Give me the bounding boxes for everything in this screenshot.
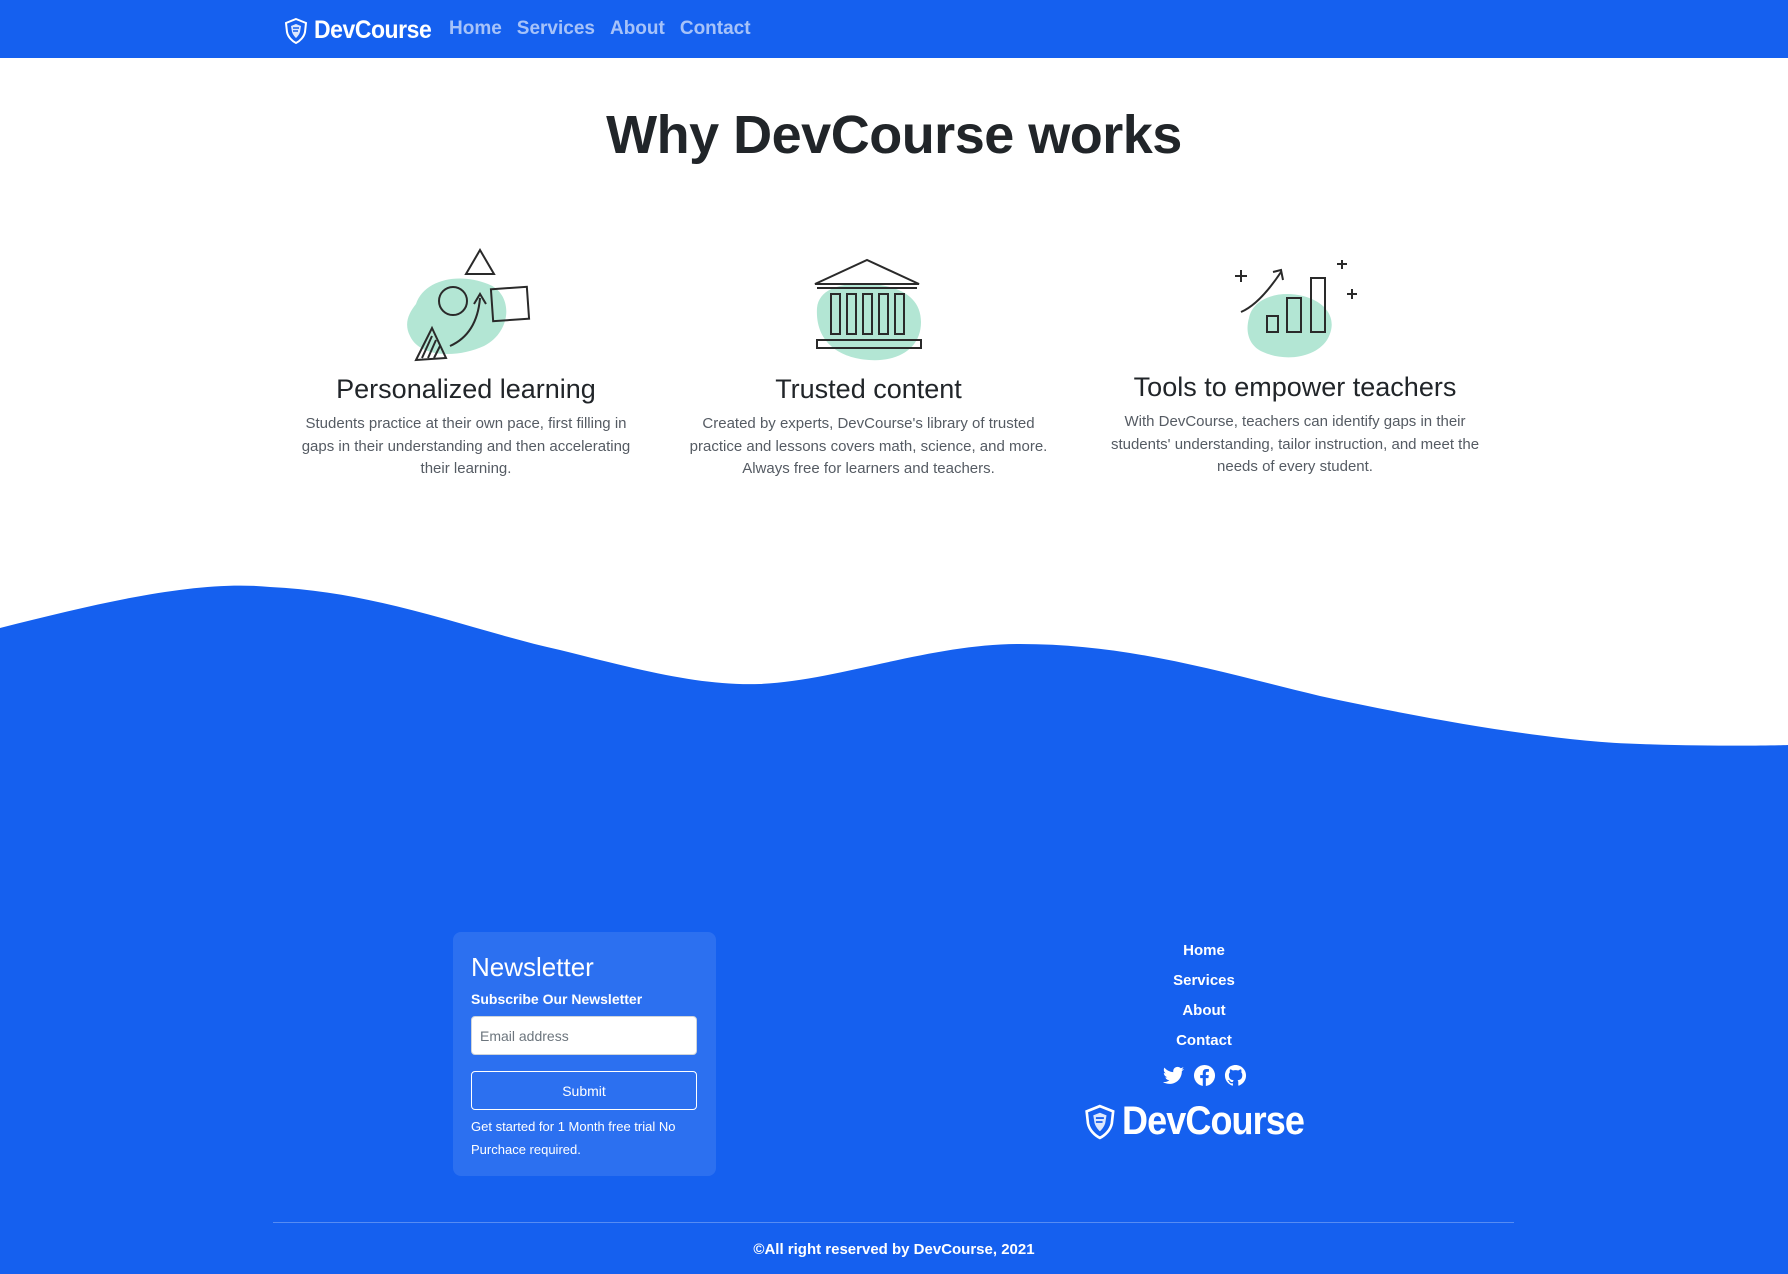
copyright-text: ©All right reserved by DevCourse, 2021	[753, 1241, 1035, 1258]
footer-brand[interactable]: DevCourse	[1084, 1099, 1324, 1144]
newsletter-subtitle: Subscribe Our Newsletter	[471, 991, 643, 1007]
newsletter-card: Newsletter Subscribe Our Newsletter Subm…	[453, 932, 716, 1176]
shield-logo-icon	[1085, 1104, 1115, 1139]
feature-title: Personalized learning	[336, 374, 596, 404]
footer-brand-name: DevCourse	[1121, 1099, 1305, 1143]
footer-wave-background	[0, 585, 1788, 1274]
email-input[interactable]	[471, 1016, 697, 1055]
navbar: DevCourse Home Services About Contact	[0, 0, 1788, 58]
newsletter-title: Newsletter	[471, 952, 594, 982]
feature-card-trusted-content: Trusted content Created by experts, DevC…	[680, 258, 1057, 481]
social-links	[1084, 1064, 1324, 1087]
footer-link-home[interactable]: Home	[1084, 936, 1324, 966]
brand-name: DevCourse	[314, 16, 432, 44]
section-title: Why DevCourse works	[606, 105, 1182, 165]
nav-services[interactable]: Services	[517, 18, 595, 40]
shapes-arrow-illustration-icon	[407, 248, 531, 362]
footer-link-services[interactable]: Services	[1084, 966, 1324, 996]
nav-home[interactable]: Home	[449, 18, 502, 40]
nav-menu: Home Services About Contact	[449, 18, 751, 40]
footer-link-contact[interactable]: Contact	[1084, 1026, 1324, 1056]
feature-title: Trusted content	[775, 374, 962, 404]
shield-logo-icon	[284, 17, 308, 44]
institution-building-illustration-icon	[814, 258, 922, 361]
feature-description: Students practice at their own pace, fir…	[301, 415, 631, 477]
feature-card-tools-for-teachers: Tools to empower teachers With DevCourse…	[1110, 260, 1480, 479]
github-icon[interactable]	[1224, 1064, 1247, 1087]
facebook-icon[interactable]	[1193, 1064, 1216, 1087]
newsletter-note: Get started for 1 Month free trial No Pu…	[471, 1119, 676, 1157]
feature-description: Created by experts, DevCourse's library …	[689, 415, 1048, 477]
feature-card-personalized-learning: Personalized learning Students practice …	[296, 246, 636, 481]
submit-button[interactable]: Submit	[471, 1071, 697, 1110]
growth-bar-chart-illustration-icon	[1235, 260, 1357, 358]
feature-title: Tools to empower teachers	[1133, 372, 1457, 402]
feature-description: With DevCourse, teachers can identify ga…	[1110, 413, 1480, 475]
footer-divider	[273, 1222, 1514, 1223]
nav-about[interactable]: About	[610, 18, 665, 40]
brand-link[interactable]: DevCourse	[284, 16, 442, 45]
nav-contact[interactable]: Contact	[680, 18, 751, 40]
footer-link-about[interactable]: About	[1084, 996, 1324, 1026]
twitter-icon[interactable]	[1162, 1064, 1185, 1087]
footer-links-column: Home Services About Contact DevCourse	[1084, 936, 1324, 1144]
